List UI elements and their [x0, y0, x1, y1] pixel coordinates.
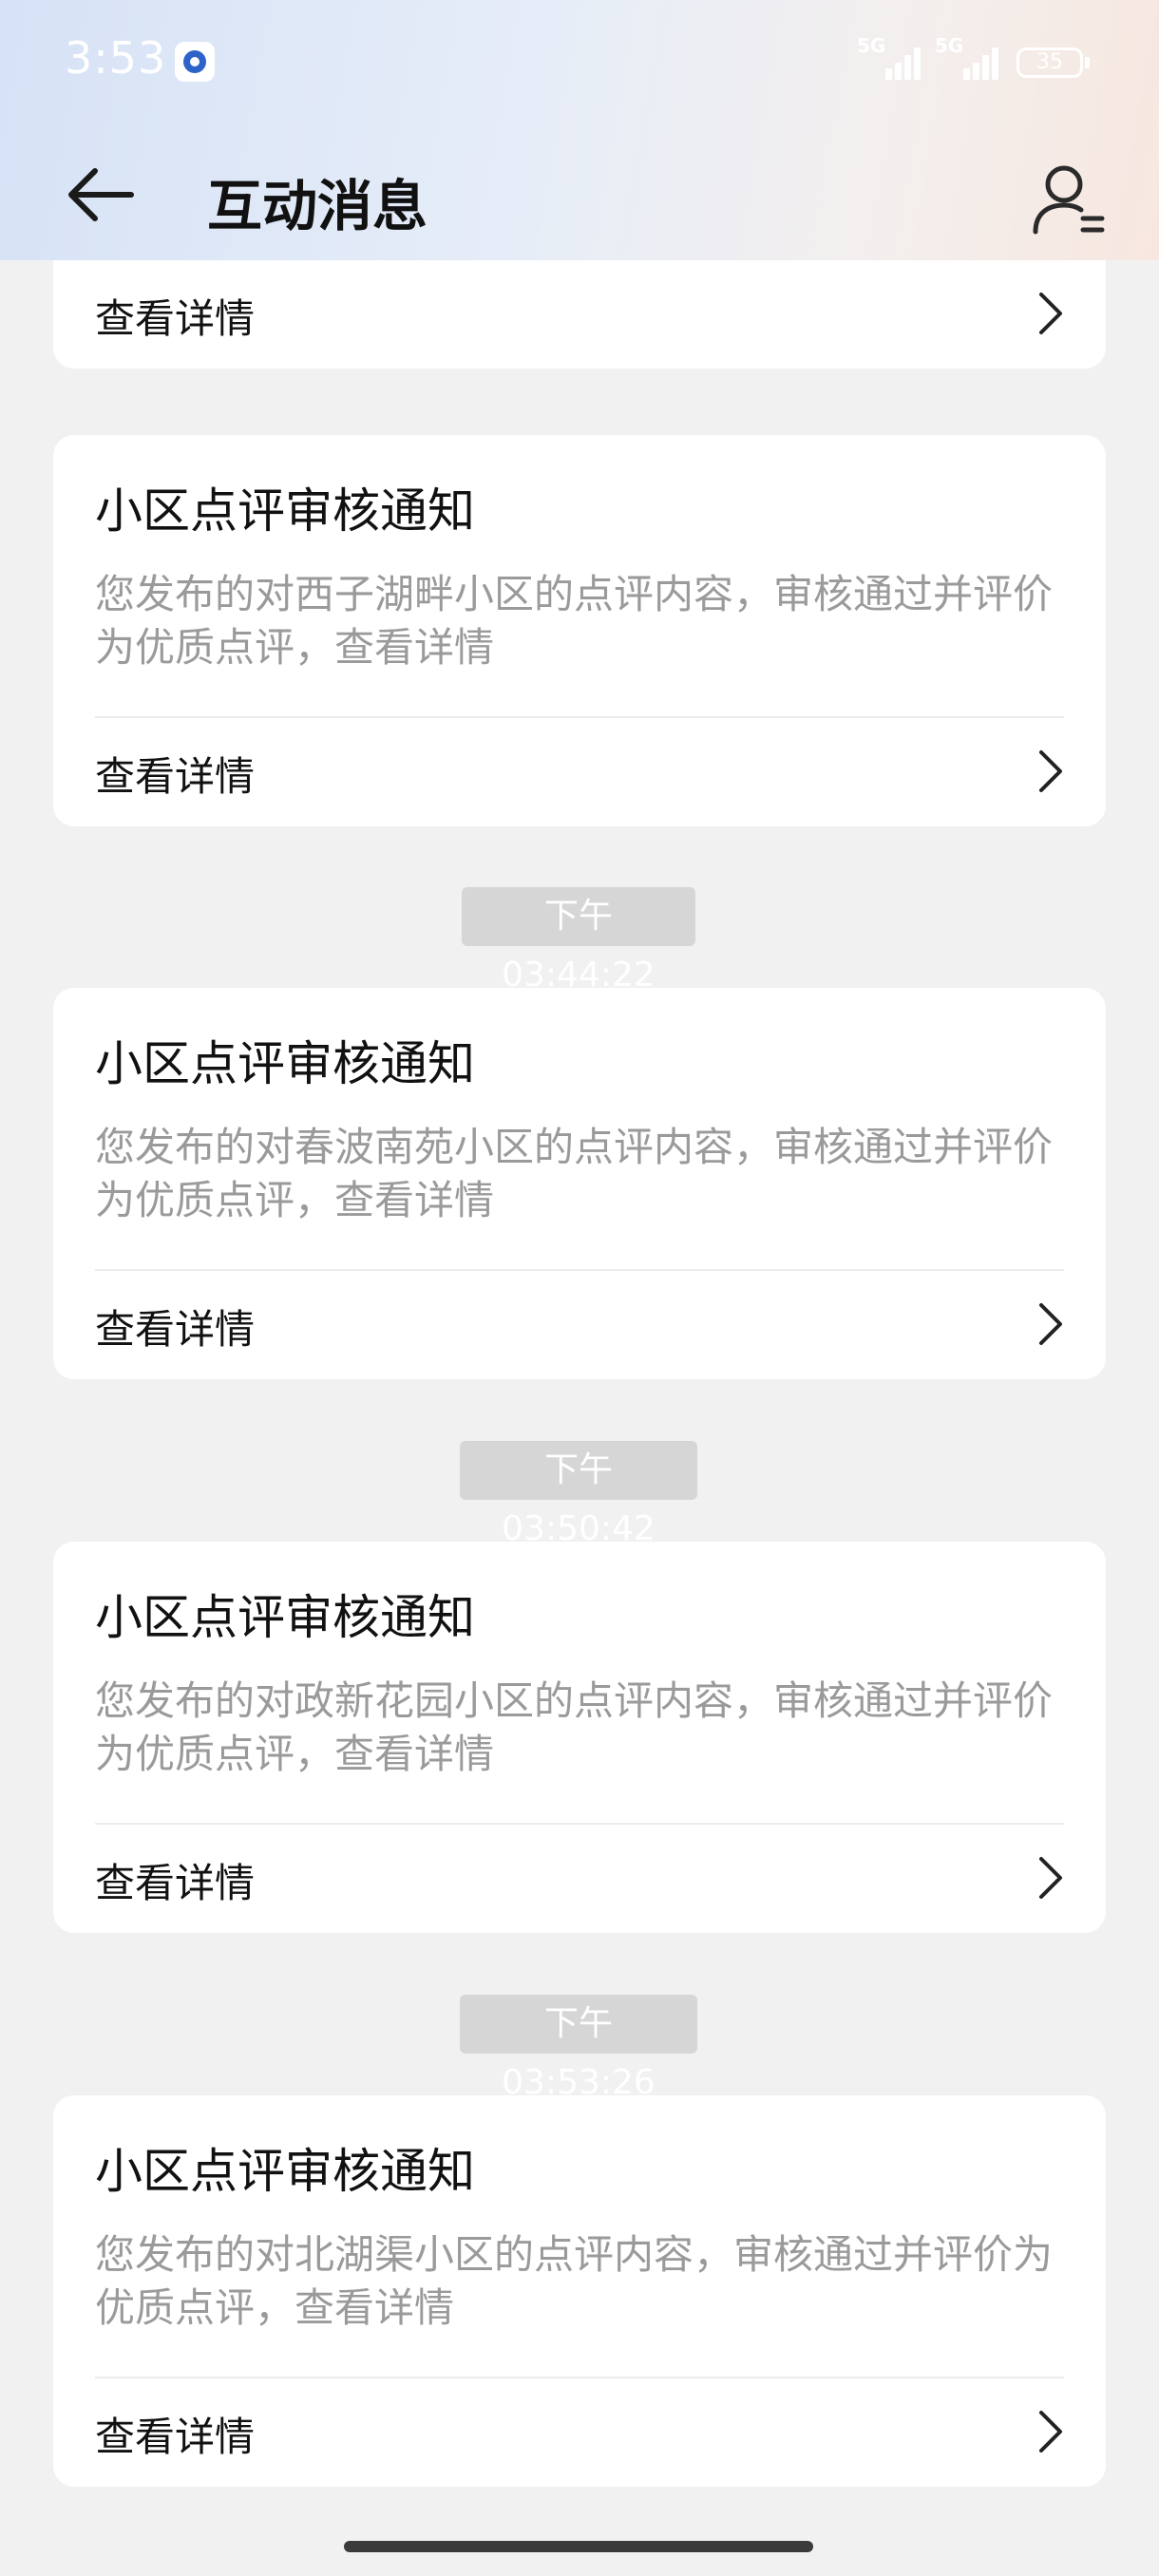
message-body: 您发布的对北湖渠小区的点评内容，审核通过并评价为优质点评，查看详情	[95, 2231, 1054, 2331]
message-title: 小区点评审核通知	[95, 1590, 475, 1645]
message-card[interactable]: 小区点评审核通知 您发布的对春波南苑小区的点评内容，审核通过并评价为优质点评，查…	[53, 988, 1106, 1379]
message-card[interactable]: 小区点评审核通知 您发布的对西子湖畔小区的点评内容，审核通过并评价为优质点评，查…	[53, 435, 1106, 826]
view-details-link[interactable]: 查看详情	[53, 716, 1106, 826]
home-indicator[interactable]	[344, 2541, 813, 2552]
message-body: 您发布的对西子湖畔小区的点评内容，审核通过并评价为优质点评，查看详情	[95, 571, 1054, 671]
battery-cap	[1085, 57, 1090, 68]
app-notification-icon	[175, 42, 215, 82]
profile-settings-button[interactable]	[1024, 156, 1110, 241]
view-details-label: 查看详情	[95, 753, 256, 800]
message-timestamp: 下午03:53:26	[460, 1995, 697, 2102]
back-button[interactable]	[57, 152, 142, 237]
message-title: 小区点评审核通知	[95, 483, 475, 539]
chevron-right-icon	[1039, 293, 1062, 334]
status-bar: 3:53 5G 5G 35	[0, 0, 1159, 128]
message-list[interactable]: 查看详情 小区点评审核通知 您发布的对西子湖畔小区的点评内容，审核通过并评价为优…	[0, 260, 1159, 2529]
status-time: 3:53	[65, 32, 167, 84]
view-details-label: 查看详情	[95, 1306, 256, 1353]
chevron-right-icon	[1039, 1857, 1062, 1899]
arrow-left-icon	[68, 168, 134, 221]
cellular-signal-icon-2: 5G	[935, 34, 1009, 80]
view-details-label: 查看详情	[95, 295, 256, 342]
message-title: 小区点评审核通知	[95, 2144, 475, 2199]
battery-icon: 35	[1016, 47, 1083, 78]
battery-level: 35	[1036, 50, 1063, 74]
message-card[interactable]: 小区点评审核通知 您发布的对北湖渠小区的点评内容，审核通过并评价为优质点评，查看…	[53, 2095, 1106, 2487]
view-details-link[interactable]: 查看详情	[53, 1823, 1106, 1933]
view-details-link[interactable]: 查看详情	[53, 260, 1106, 369]
view-details-link[interactable]: 查看详情	[53, 2377, 1106, 2487]
message-card-partial[interactable]: 查看详情	[53, 260, 1106, 369]
chevron-right-icon	[1039, 1303, 1062, 1345]
network-type-label-2: 5G	[935, 34, 964, 57]
network-type-label: 5G	[857, 34, 886, 57]
view-details-label: 查看详情	[95, 2414, 256, 2460]
message-body: 您发布的对政新花园小区的点评内容，审核通过并评价为优质点评，查看详情	[95, 1677, 1054, 1777]
message-timestamp: 下午03:50:42	[460, 1441, 697, 1548]
message-title: 小区点评审核通知	[95, 1036, 475, 1091]
message-timestamp: 下午03:44:22	[462, 887, 695, 994]
chevron-right-icon	[1039, 750, 1062, 792]
message-body: 您发布的对春波南苑小区的点评内容，审核通过并评价为优质点评，查看详情	[95, 1124, 1054, 1223]
view-details-link[interactable]: 查看详情	[53, 1269, 1106, 1379]
message-card[interactable]: 小区点评审核通知 您发布的对政新花园小区的点评内容，审核通过并评价为优质点评，查…	[53, 1542, 1106, 1933]
view-details-label: 查看详情	[95, 1860, 256, 1906]
cellular-signal-icon: 5G	[857, 34, 931, 80]
page-title: 互动消息	[207, 174, 428, 238]
chevron-right-icon	[1039, 2411, 1062, 2453]
user-settings-icon	[1033, 165, 1105, 235]
